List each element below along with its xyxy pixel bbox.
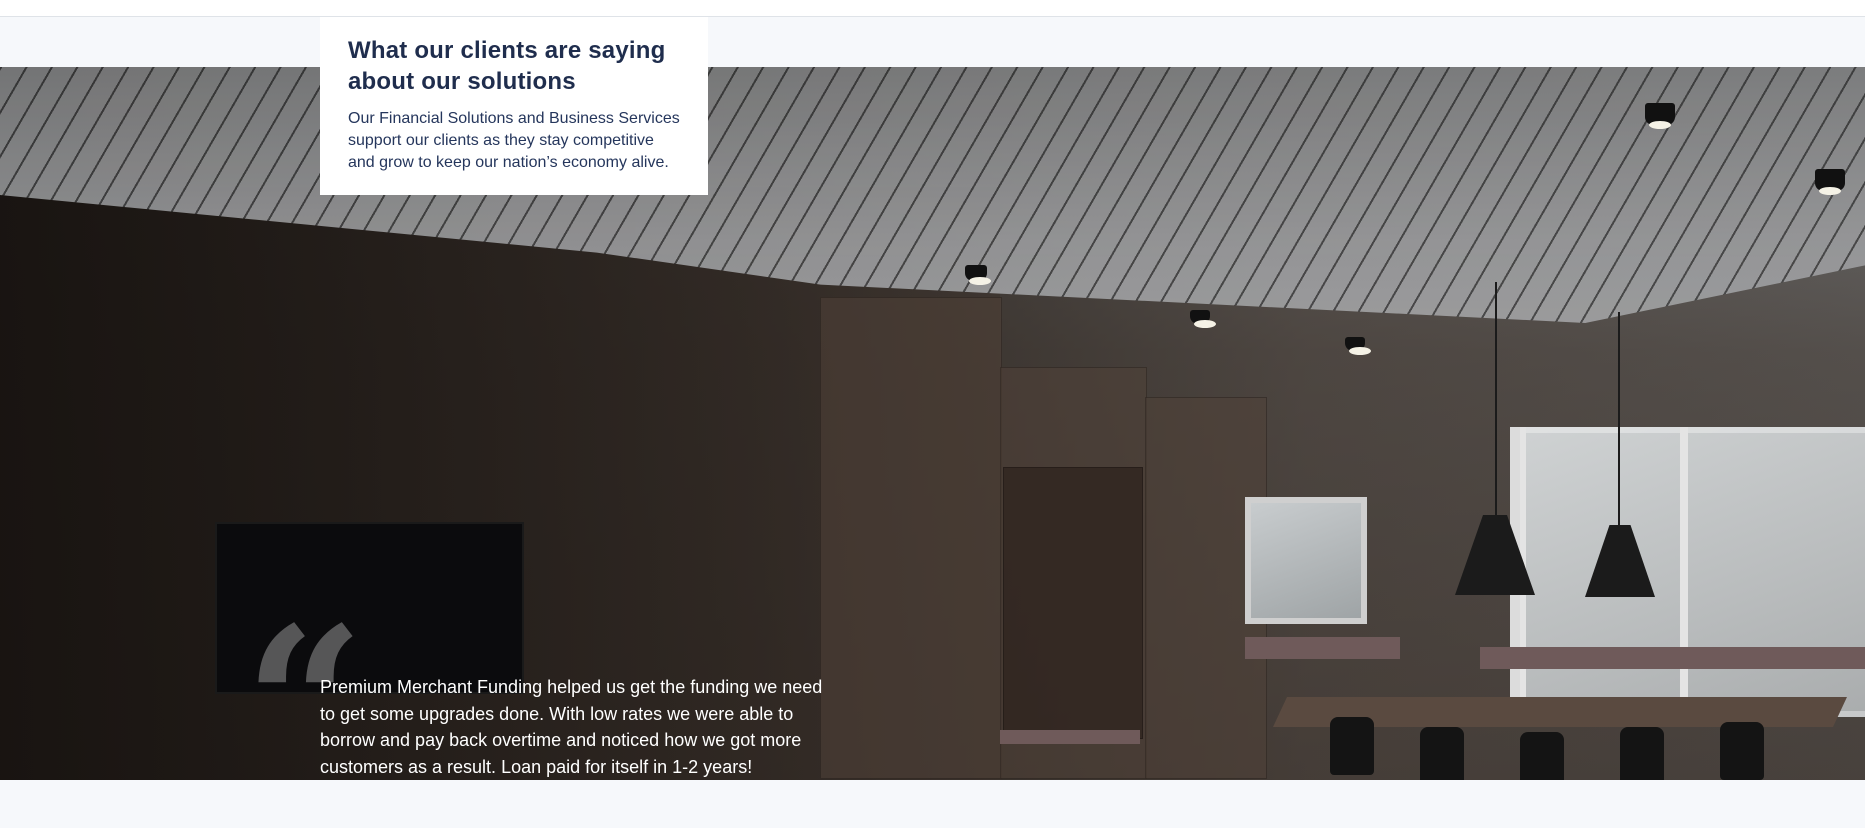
window-bench (1245, 637, 1400, 659)
ceiling-spotlight (965, 265, 991, 285)
wall-alcove (1003, 467, 1143, 739)
ceiling-spotlight (1645, 103, 1675, 129)
wall-panel (820, 297, 1002, 779)
alcove-bench (1000, 730, 1140, 744)
window-bench (1480, 647, 1865, 669)
ceiling-spotlight (1345, 337, 1371, 355)
chair (1420, 727, 1464, 780)
lamp-cord (1618, 312, 1620, 527)
small-window (1245, 497, 1367, 624)
section-description: Our Financial Solutions and Business Ser… (348, 110, 680, 171)
top-divider (0, 0, 1865, 17)
section-intro-card: What our clients are saying about our so… (320, 17, 708, 195)
testimonial-text: Premium Merchant Funding helped us get t… (320, 677, 823, 777)
section-heading: What our clients are saying about our so… (348, 37, 666, 95)
large-window (1510, 427, 1865, 717)
section-top-band (0, 17, 1865, 67)
chair (1620, 727, 1664, 780)
chair (1520, 732, 1564, 780)
chair (1330, 717, 1374, 775)
ceiling-spotlight (1190, 310, 1216, 328)
chair (1720, 722, 1764, 780)
lamp-cord (1495, 282, 1497, 517)
ceiling-spotlight (1815, 169, 1845, 195)
